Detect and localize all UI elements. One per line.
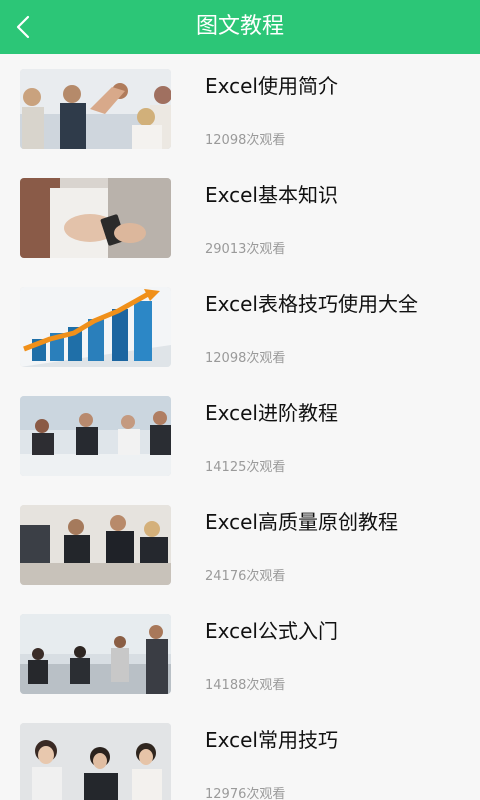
- meeting-applause-photo: [20, 396, 171, 476]
- smartphone-hands-photo: [20, 178, 171, 258]
- list-item[interactable]: Excel公式入门 14188次观看: [0, 599, 480, 708]
- list-item[interactable]: Excel基本知识 29013次观看: [0, 163, 480, 272]
- view-count: 29013次观看: [205, 242, 286, 257]
- list-item[interactable]: Excel表格技巧使用大全 12098次观看: [0, 272, 480, 381]
- item-title: Excel高质量原创教程: [205, 510, 398, 534]
- view-count: 24176次观看: [205, 569, 286, 584]
- item-title: Excel表格技巧使用大全: [205, 292, 418, 316]
- list-item[interactable]: Excel高质量原创教程 24176次观看: [0, 490, 480, 599]
- list-item[interactable]: Excel常用技巧 12976次观看: [0, 708, 480, 800]
- app-header: 图文教程: [0, 0, 480, 54]
- item-title: Excel公式入门: [205, 619, 338, 643]
- office-presentation-photo: [20, 614, 171, 694]
- tutorial-list: Excel使用简介 12098次观看 Excel基本知识 29013次观看 Ex…: [0, 54, 480, 800]
- list-item[interactable]: Excel进阶教程 14125次观看: [0, 381, 480, 490]
- team-high-five-photo: [20, 69, 171, 149]
- page-title: 图文教程: [195, 14, 284, 39]
- rising-bar-chart-photo: [20, 287, 171, 367]
- view-count: 14125次观看: [205, 460, 286, 475]
- item-title: Excel使用简介: [205, 74, 338, 98]
- view-count: 12976次观看: [205, 787, 286, 800]
- list-item[interactable]: Excel使用简介 12098次观看: [0, 54, 480, 163]
- view-count: 14188次观看: [205, 678, 286, 693]
- item-title: Excel常用技巧: [205, 728, 338, 752]
- business-meeting-photo: [20, 505, 171, 585]
- view-count: 12098次观看: [205, 133, 286, 148]
- smiling-team-photo: [20, 723, 171, 800]
- item-title: Excel进阶教程: [205, 401, 338, 425]
- item-title: Excel基本知识: [205, 183, 338, 207]
- view-count: 12098次观看: [205, 351, 286, 366]
